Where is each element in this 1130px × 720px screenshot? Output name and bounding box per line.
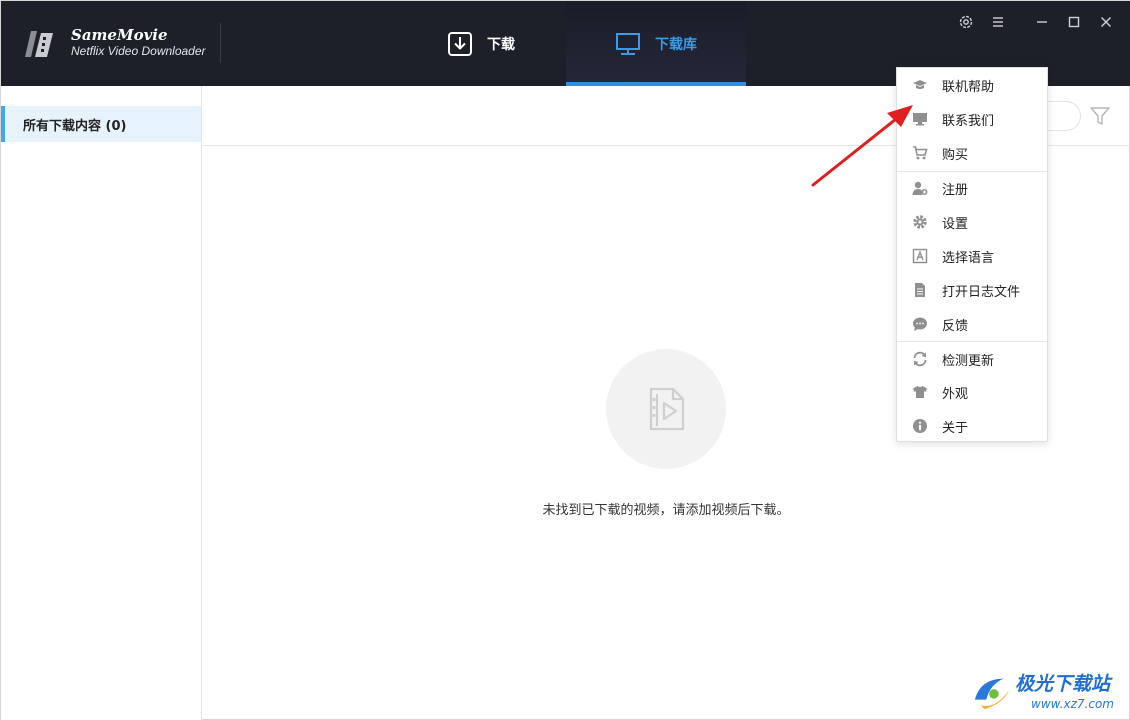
menu-item-language[interactable]: 选择语言	[897, 241, 1047, 271]
menu-item-label: 联机帮助	[942, 79, 995, 95]
gear-icon	[959, 15, 973, 29]
menu-item-label: 检测更新	[942, 353, 995, 369]
minimize-icon	[1037, 21, 1047, 23]
menu-item-label: 关于	[942, 420, 969, 436]
empty-state-illustration	[606, 349, 726, 469]
download-icon	[448, 31, 472, 56]
menu-item-appearance[interactable]: 外观	[897, 377, 1047, 407]
watermark-text: 极光下载站	[1015, 673, 1111, 695]
menu-item-label: 购买	[942, 147, 969, 163]
menu-item-label: 反馈	[942, 318, 969, 334]
annotation-arrow-icon	[811, 105, 913, 187]
watermark-url: www.xz7.com	[1031, 697, 1114, 711]
chat-bubble-icon	[913, 317, 927, 331]
sidebar-item-all-downloads[interactable]: 所有下载内容 (0)	[1, 106, 201, 142]
menu-item-label: 注册	[942, 182, 969, 198]
menu-button[interactable]	[985, 11, 1011, 33]
maximize-button[interactable]	[1061, 11, 1087, 33]
brand-subtitle: Netflix Video Downloader	[71, 44, 206, 58]
menu-item-about[interactable]: 关于	[897, 411, 1047, 441]
tab-library-label: 下载库	[655, 36, 697, 53]
menu-separator	[897, 341, 1047, 342]
video-file-icon	[649, 387, 685, 431]
info-icon	[913, 419, 927, 433]
minimize-button[interactable]	[1029, 11, 1055, 33]
close-icon	[1101, 17, 1111, 27]
window-controls	[947, 11, 1119, 33]
document-icon	[915, 283, 925, 297]
brand: SameMovie Netflix Video Downloader	[23, 23, 206, 63]
hamburger-icon	[993, 17, 1003, 27]
refresh-icon	[913, 351, 927, 367]
menu-item-check-update[interactable]: 检测更新	[897, 344, 1047, 374]
gear-icon	[913, 215, 927, 229]
app-window: SameMovie Netflix Video Downloader 下载 下载…	[0, 0, 1130, 720]
settings-button[interactable]	[953, 11, 979, 33]
close-button[interactable]	[1093, 11, 1119, 33]
samemovie-logo-icon	[25, 31, 53, 57]
menu-item-open-log[interactable]: 打开日志文件	[897, 275, 1047, 305]
menu-item-label: 设置	[942, 216, 969, 232]
watermark-logo-icon	[974, 678, 1010, 710]
watermark: 极光下载站 www.xz7.com	[969, 667, 1129, 717]
tab-library[interactable]: 下载库	[566, 1, 746, 86]
header-divider	[220, 23, 221, 63]
menu-item-settings[interactable]: 设置	[897, 207, 1047, 237]
sidebar-item-label: 所有下载内容 (0)	[23, 118, 127, 134]
sidebar: 所有下载内容 (0)	[1, 86, 202, 720]
language-icon	[912, 248, 928, 264]
tab-download[interactable]: 下载	[396, 1, 566, 86]
tshirt-icon	[913, 386, 927, 398]
brand-title: SameMovie	[71, 26, 168, 44]
menu-item-label: 联系我们	[942, 113, 995, 129]
menu-item-label: 打开日志文件	[942, 284, 1021, 300]
monitor-icon	[616, 32, 640, 55]
menu-item-feedback[interactable]: 反馈	[897, 309, 1047, 339]
tab-download-label: 下载	[487, 36, 515, 53]
filter-icon[interactable]	[1089, 105, 1111, 127]
empty-state-message: 未找到已下载的视频，请添加视频后下载。	[542, 503, 790, 518]
maximize-icon	[1068, 16, 1080, 28]
menu-item-label: 选择语言	[942, 250, 995, 266]
menu-item-label: 外观	[942, 386, 969, 402]
